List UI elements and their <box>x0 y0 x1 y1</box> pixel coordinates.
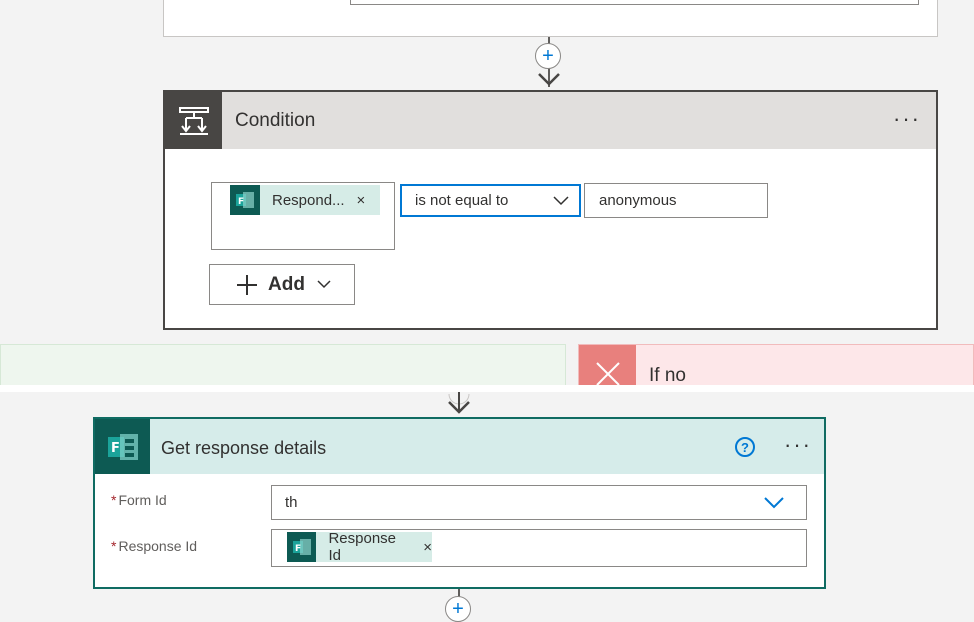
condition-icon <box>165 92 222 149</box>
plus-icon: + <box>542 45 554 67</box>
if-no-label: If no <box>649 365 686 386</box>
response-id-input[interactable]: F Response Id × <box>271 529 807 567</box>
forms-icon: F <box>95 419 150 474</box>
response-id-label: * Response Id <box>111 538 197 554</box>
section-divider <box>0 385 974 392</box>
response-id-token: F Response Id × <box>287 530 432 564</box>
response-id-token-label: Response Id <box>328 530 397 564</box>
condition-value-input[interactable]: anonymous <box>584 183 768 218</box>
form-id-value: th <box>285 494 298 511</box>
respondent-token: F Respond... × <box>230 185 380 215</box>
chevron-down-icon <box>553 196 569 206</box>
previous-action-field[interactable] <box>350 0 919 5</box>
condition-title: Condition <box>235 110 316 131</box>
form-id-label: * Form Id <box>111 492 167 508</box>
arrow-down-icon <box>538 73 560 86</box>
required-marker: * <box>111 538 117 554</box>
insert-step-button[interactable]: + <box>535 43 561 69</box>
get-response-details-header[interactable]: F Get response details ? ··· <box>95 419 824 474</box>
arrow-down-icon <box>448 392 470 414</box>
chevron-down-icon <box>317 280 331 289</box>
svg-text:F: F <box>238 197 244 207</box>
forms-icon: F <box>287 532 317 562</box>
insert-step-button[interactable]: + <box>445 596 471 622</box>
help-icon[interactable]: ? <box>735 437 755 457</box>
operator-select[interactable]: is not equal to <box>400 184 581 217</box>
svg-text:F: F <box>295 544 301 554</box>
get-response-details-card: F Get response details ? ··· * Form Id th… <box>93 417 826 589</box>
response-id-label-text: Response Id <box>118 538 198 554</box>
remove-token-icon[interactable]: × <box>357 192 366 209</box>
operator-value: is not equal to <box>415 192 509 209</box>
add-button-label: Add <box>268 273 305 295</box>
condition-left-operand[interactable]: F Respond... × <box>211 182 395 250</box>
if-no-branch[interactable]: If no <box>578 344 974 386</box>
respondent-token-label: Respond... <box>272 191 345 209</box>
action-more-menu[interactable]: ··· <box>784 432 812 458</box>
condition-value: anonymous <box>599 192 677 209</box>
required-marker: * <box>111 492 117 508</box>
forms-icon: F <box>230 185 260 215</box>
get-response-details-title: Get response details <box>161 438 327 458</box>
close-icon <box>579 345 636 386</box>
condition-header[interactable]: Condition ··· <box>165 92 936 149</box>
previous-action-card <box>163 0 938 37</box>
svg-text:F: F <box>111 441 120 456</box>
condition-card: Condition ··· F Respond... × is not equa… <box>163 90 938 330</box>
form-id-label-text: Form Id <box>118 492 167 508</box>
add-condition-button[interactable]: Add <box>209 264 355 305</box>
plus-icon <box>237 274 257 295</box>
chevron-down-icon <box>764 497 784 509</box>
form-id-select[interactable]: th <box>271 485 807 520</box>
plus-icon: + <box>452 598 464 620</box>
remove-token-icon[interactable]: × <box>423 539 432 556</box>
if-yes-branch[interactable] <box>0 344 566 385</box>
condition-more-menu[interactable]: ··· <box>893 106 921 132</box>
